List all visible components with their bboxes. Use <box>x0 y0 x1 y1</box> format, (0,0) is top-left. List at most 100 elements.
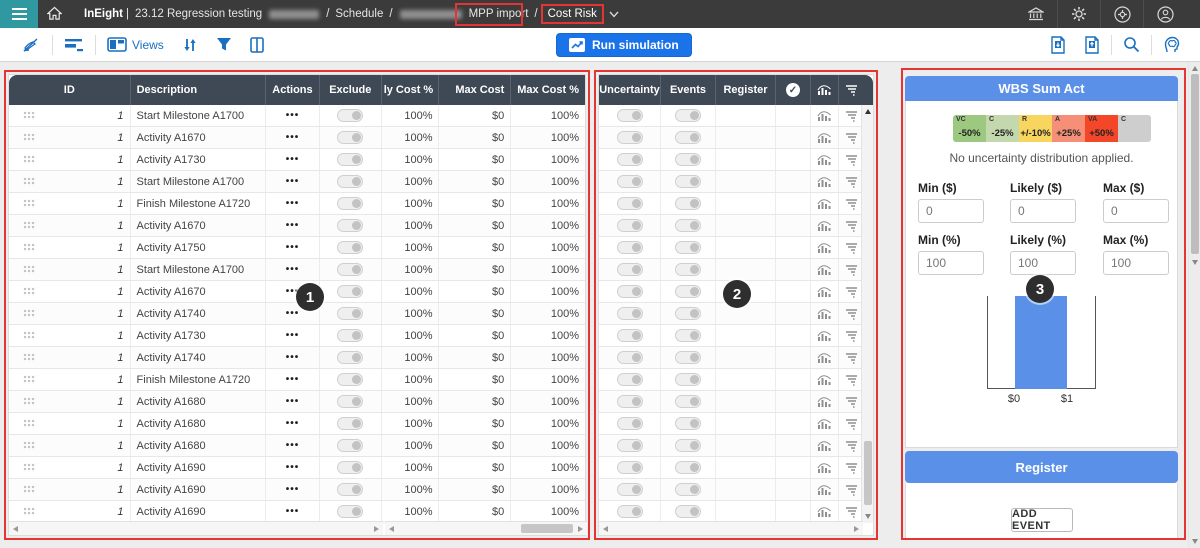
drag-handle-icon[interactable] <box>23 243 36 252</box>
tornado-icon[interactable] <box>845 396 858 408</box>
distribution-chart-icon[interactable] <box>817 264 832 276</box>
drag-handle-icon[interactable] <box>23 463 36 472</box>
breadcrumb-current-view[interactable]: Cost Risk <box>540 4 604 24</box>
uncertainty-toggle[interactable] <box>616 395 643 408</box>
uncertainty-toggle[interactable] <box>616 285 643 298</box>
field-input-min-$-[interactable] <box>918 199 984 223</box>
actions-menu-button[interactable]: ••• <box>286 506 300 517</box>
drag-handle-icon[interactable] <box>23 199 36 208</box>
distribution-chart-icon[interactable] <box>817 396 832 408</box>
distribution-chart-icon[interactable] <box>817 286 832 298</box>
exclude-toggle[interactable] <box>337 109 364 122</box>
tornado-icon[interactable] <box>845 242 858 254</box>
distribution-chart-icon[interactable] <box>817 352 832 364</box>
breadcrumb-schedule[interactable]: Schedule <box>335 8 383 20</box>
tornado-icon[interactable] <box>845 374 858 386</box>
drag-handle-icon[interactable] <box>23 133 36 142</box>
risk-table-vscrollbar[interactable] <box>861 105 873 523</box>
views-button[interactable]: Views <box>98 28 173 61</box>
uncertainty-toggle[interactable] <box>616 241 643 254</box>
exclude-toggle[interactable] <box>337 439 364 452</box>
exclude-toggle[interactable] <box>337 285 364 298</box>
filter-icon[interactable] <box>207 28 241 61</box>
drag-handle-icon[interactable] <box>23 485 36 494</box>
actions-menu-button[interactable]: ••• <box>286 198 300 209</box>
events-toggle[interactable] <box>675 109 701 122</box>
exclude-toggle[interactable] <box>337 417 364 430</box>
drag-handle-icon[interactable] <box>23 287 36 296</box>
field-input-max-%-[interactable] <box>1103 251 1169 275</box>
actions-menu-button[interactable]: ••• <box>286 110 300 121</box>
actions-menu-button[interactable]: ••• <box>286 396 300 407</box>
tornado-icon[interactable] <box>845 220 858 232</box>
tornado-icon[interactable] <box>845 154 858 166</box>
field-input-likely-$-[interactable] <box>1010 199 1076 223</box>
actions-menu-button[interactable]: ••• <box>286 352 300 363</box>
tornado-icon[interactable] <box>845 352 858 364</box>
run-simulation-button[interactable]: Run simulation <box>556 33 692 57</box>
export-document-icon[interactable] <box>1075 28 1109 61</box>
distribution-chart-icon[interactable] <box>817 242 832 254</box>
events-toggle[interactable] <box>675 395 701 408</box>
distribution-chart-icon[interactable] <box>817 110 832 122</box>
actions-menu-button[interactable]: ••• <box>286 374 300 385</box>
events-toggle[interactable] <box>675 461 701 474</box>
actions-menu-button[interactable]: ••• <box>286 176 300 187</box>
distribution-chart-icon[interactable] <box>817 154 832 166</box>
events-toggle[interactable] <box>675 219 701 232</box>
uncertainty-toggle[interactable] <box>616 329 643 342</box>
home-icon[interactable] <box>47 6 62 21</box>
tornado-icon[interactable] <box>845 418 858 430</box>
gantt-bars-icon[interactable] <box>55 28 93 61</box>
drag-handle-icon[interactable] <box>23 309 36 318</box>
pen-slash-icon[interactable] <box>12 28 50 61</box>
events-toggle[interactable] <box>675 153 701 166</box>
tornado-icon[interactable] <box>845 506 858 518</box>
actions-menu-button[interactable]: ••• <box>286 484 300 495</box>
tornado-icon[interactable] <box>845 484 858 496</box>
uncertainty-toggle[interactable] <box>616 263 643 276</box>
tornado-icon[interactable] <box>845 286 858 298</box>
admin-gear-badge-icon[interactable] <box>1100 0 1143 28</box>
tornado-icon[interactable] <box>845 110 858 122</box>
actions-menu-button[interactable]: ••• <box>286 220 300 231</box>
events-toggle[interactable] <box>675 197 701 210</box>
drag-handle-icon[interactable] <box>23 397 36 406</box>
cost-columns-hscrollbar[interactable] <box>385 521 587 535</box>
uncertainty-toggle[interactable] <box>616 373 643 386</box>
uncertainty-toggle[interactable] <box>616 109 643 122</box>
columns-icon[interactable] <box>241 28 273 61</box>
drag-handle-icon[interactable] <box>23 221 36 230</box>
events-toggle[interactable] <box>675 263 701 276</box>
drag-handle-icon[interactable] <box>23 155 36 164</box>
uncertainty-toggle[interactable] <box>616 351 643 364</box>
distribution-chart-icon[interactable] <box>817 484 832 496</box>
uncertainty-toggle[interactable] <box>616 197 643 210</box>
risk-table-hscrollbar[interactable] <box>599 521 863 535</box>
sort-icon[interactable] <box>173 28 207 61</box>
events-toggle[interactable] <box>675 373 701 386</box>
chevron-down-icon[interactable] <box>609 11 619 18</box>
exclude-toggle[interactable] <box>337 175 364 188</box>
drag-handle-icon[interactable] <box>23 265 36 274</box>
events-toggle[interactable] <box>675 351 701 364</box>
exclude-toggle[interactable] <box>337 329 364 342</box>
events-toggle[interactable] <box>675 483 701 496</box>
field-input-max-$-[interactable] <box>1103 199 1169 223</box>
frozen-pane-hscrollbar[interactable] <box>9 521 383 535</box>
distribution-chart-icon[interactable] <box>817 220 832 232</box>
search-icon[interactable] <box>1114 28 1149 61</box>
tornado-icon[interactable] <box>845 132 858 144</box>
tornado-icon[interactable] <box>845 264 858 276</box>
distribution-chart-icon[interactable] <box>817 506 832 518</box>
add-event-button[interactable]: ADD EVENT <box>1011 508 1073 532</box>
drag-handle-icon[interactable] <box>23 441 36 450</box>
uncertainty-toggle[interactable] <box>616 505 643 518</box>
events-toggle[interactable] <box>675 329 701 342</box>
uncertainty-toggle[interactable] <box>616 219 643 232</box>
drag-handle-icon[interactable] <box>23 419 36 428</box>
uncertainty-toggle[interactable] <box>616 483 643 496</box>
actions-menu-button[interactable]: ••• <box>286 264 300 275</box>
wbs-sum-act-header[interactable]: WBS Sum Act <box>905 76 1178 101</box>
events-toggle[interactable] <box>675 417 701 430</box>
